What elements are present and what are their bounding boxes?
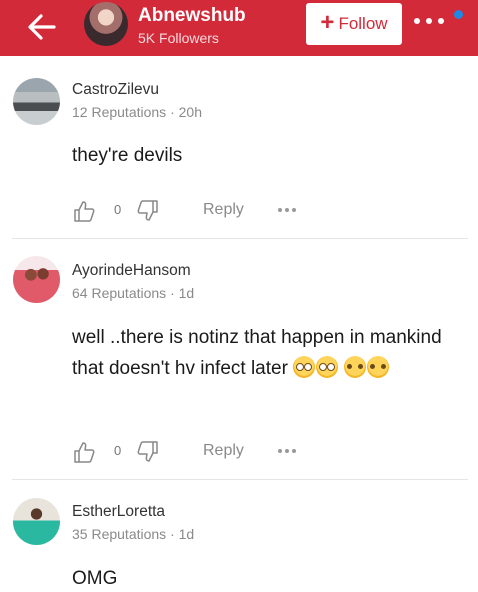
comment-text: OMG: [72, 568, 118, 589]
follow-label: Follow: [338, 14, 388, 33]
comment-username[interactable]: CastroZilevu: [72, 81, 159, 99]
face-with-rolling-eyes-emoji: [316, 356, 339, 378]
notification-dot: [454, 10, 463, 19]
comment-username[interactable]: EstherLoretta: [72, 503, 165, 521]
avatar[interactable]: [13, 256, 60, 303]
thinking-face-emoji: [344, 356, 367, 378]
reply-button[interactable]: Reply: [203, 442, 244, 460]
follower-count: 5K Followers: [138, 30, 219, 46]
thumbs-up-icon[interactable]: [72, 440, 96, 464]
comment-meta: 12 Reputations · 20h: [72, 104, 202, 120]
plus-icon: +: [320, 9, 335, 36]
more-dots-icon[interactable]: [278, 208, 296, 213]
avatar[interactable]: [13, 78, 60, 125]
comment-actions: 0 Reply: [72, 440, 332, 464]
face-with-rolling-eyes-emoji: [293, 356, 316, 378]
thumbs-down-icon[interactable]: [136, 440, 160, 464]
like-count: 0: [114, 202, 122, 217]
follow-button[interactable]: + Follow: [306, 3, 402, 45]
comment-text: they're devils: [72, 145, 183, 166]
reply-button[interactable]: Reply: [203, 201, 244, 219]
avatar[interactable]: [13, 498, 60, 545]
thumbs-up-icon[interactable]: [72, 199, 96, 223]
comment-actions: 0 Reply: [72, 199, 332, 223]
comment-text: well ..there is notinz that happen in ma…: [72, 322, 464, 384]
divider: [12, 238, 468, 239]
comment-username[interactable]: AyorindeHansom: [72, 262, 191, 280]
thinking-face-emoji: [367, 356, 390, 378]
comment-item: AyorindeHansom 64 Reputations · 1d well …: [0, 240, 478, 480]
comment-meta: 35 Reputations · 1d: [72, 526, 195, 542]
more-dots-icon[interactable]: [278, 449, 296, 454]
back-arrow-icon[interactable]: [22, 10, 62, 44]
comment-meta: 64 Reputations · 1d: [72, 285, 195, 301]
comment-item: CastroZilevu 12 Reputations · 20h they'r…: [0, 56, 478, 240]
like-count: 0: [114, 443, 122, 458]
channel-avatar[interactable]: [84, 2, 128, 46]
thumbs-down-icon[interactable]: [136, 199, 160, 223]
channel-title[interactable]: Abnewshub: [138, 5, 246, 27]
more-dots-icon[interactable]: [414, 18, 444, 28]
top-bar: Abnewshub 5K Followers + Follow: [0, 0, 478, 56]
comment-item: EstherLoretta 35 Reputations · 1d OMG: [0, 480, 478, 592]
